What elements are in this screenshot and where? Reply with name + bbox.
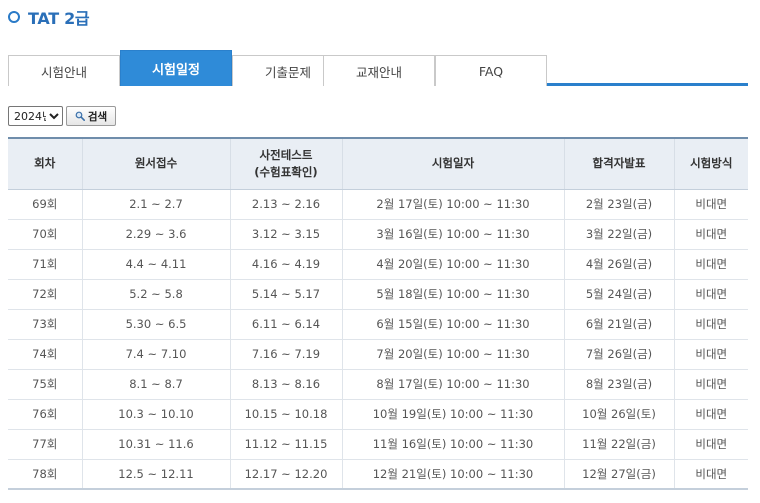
cell-application: 5.30 ~ 6.5	[81, 309, 230, 340]
cell-round: 71회	[8, 249, 82, 280]
header-result: 합격자발표	[563, 138, 674, 190]
cell-application: 10.31 ~ 11.6	[81, 429, 230, 460]
cell-result: 5월 24일(금)	[563, 279, 674, 310]
cell-result: 4월 26일(금)	[563, 249, 674, 280]
cell-method: 비대면	[673, 219, 748, 250]
cell-application: 7.4 ~ 7.10	[81, 339, 230, 370]
table-row: 75회 8.1 ~ 8.7 8.13 ~ 8.16 8월 17일(토) 10:0…	[8, 369, 748, 400]
cell-method: 비대면	[673, 459, 748, 489]
cell-round: 78회	[32, 466, 58, 481]
header-method: 시험방식	[673, 138, 748, 190]
table-row: 69회 2.1 ~ 2.7 2.13 ~ 2.16 2월 17일(토) 10:0…	[8, 189, 748, 220]
cell-pretest: 2.13 ~ 2.16	[229, 189, 342, 220]
cell-application: 2.29 ~ 3.6	[81, 219, 230, 250]
cell-method: 비대면	[673, 249, 748, 280]
cell-result: 10월 26일(토)	[563, 399, 674, 430]
cell-application: 12.5 ~ 12.11	[81, 459, 230, 489]
cell-method: 비대면	[673, 309, 748, 340]
table-header-row: 회차 원서접수 사전테스트 (수험표확인) 시험일자 합격자발표 시험방식	[8, 138, 748, 190]
cell-result: 6월 21일(금)	[563, 309, 674, 340]
cell-pretest: 4.16 ~ 4.19	[229, 249, 342, 280]
cell-round: 74회	[8, 339, 82, 370]
cell-method: 비대면	[673, 429, 748, 460]
table-row: 71회 4.4 ~ 4.11 4.16 ~ 4.19 4월 20일(토) 10:…	[8, 249, 748, 280]
table-row: 76회 10.3 ~ 10.10 10.15 ~ 10.18 10월 19일(토…	[8, 399, 748, 430]
cell-round: 69회	[8, 189, 82, 220]
cell-method: 비대면	[673, 399, 748, 430]
cell-application: 10.3 ~ 10.10	[81, 399, 230, 430]
circle-bullet-icon	[8, 11, 20, 23]
cell-round: 73회	[8, 309, 82, 340]
cell-pretest: 7.16 ~ 7.19	[229, 339, 342, 370]
tab-textbooks[interactable]: 교재안내	[323, 55, 435, 86]
cell-round: 72회	[8, 279, 82, 310]
cell-method: 비대면	[673, 339, 748, 370]
magnifier-icon	[75, 111, 85, 121]
cell-pretest: 10.15 ~ 10.18	[229, 399, 342, 430]
cell-pretest: 6.11 ~ 6.14	[229, 309, 342, 340]
search-button-label: 검색	[87, 110, 108, 123]
table-row: 70회 2.29 ~ 3.6 3.12 ~ 3.15 3월 16일(토) 10:…	[8, 219, 748, 250]
cell-method: 비대면	[673, 279, 748, 310]
page-title: TAT 2급	[28, 9, 90, 28]
cell-round: 75회	[8, 369, 82, 400]
cell-application: 2.1 ~ 2.7	[81, 189, 230, 220]
cell-exam-date: 10월 19일(토) 10:00 ~ 11:30	[341, 399, 564, 430]
cell-result: 2월 23일(금)	[563, 189, 674, 220]
cell-exam-date: 7월 20일(토) 10:00 ~ 11:30	[341, 339, 564, 370]
cell-pretest: 5.14 ~ 5.17	[229, 279, 342, 310]
cell-pretest: 11.12 ~ 11.15	[229, 429, 342, 460]
cell-exam-date: 3월 16일(토) 10:00 ~ 11:30	[341, 219, 564, 250]
header-pretest-title: 사전테스트	[259, 147, 313, 162]
table-row: 77회 10.31 ~ 11.6 11.12 ~ 11.15 11월 16일(토…	[8, 429, 748, 460]
cell-exam-date: 2월 17일(토) 10:00 ~ 11:30	[341, 189, 564, 220]
cell-pretest: 8.13 ~ 8.16	[229, 369, 342, 400]
table-row: 73회 5.30 ~ 6.5 6.11 ~ 6.14 6월 15일(토) 10:…	[8, 309, 748, 340]
cell-result: 8월 23일(금)	[563, 369, 674, 400]
cell-application: 4.4 ~ 4.11	[81, 249, 230, 280]
cell-pretest: 12.17 ~ 12.20	[229, 459, 342, 489]
header-exam-date: 시험일자	[341, 138, 564, 190]
cell-method: 비대면	[673, 369, 748, 400]
table-row: 72회 5.2 ~ 5.8 5.14 ~ 5.17 5월 18일(토) 10:0…	[8, 279, 748, 310]
schedule-table: 회차 원서접수 사전테스트 (수험표확인) 시험일자 합격자발표 시험방식 69…	[8, 137, 748, 490]
tab-exam-schedule[interactable]: 시험일정	[120, 50, 232, 86]
cell-pretest: 3.12 ~ 3.15	[229, 219, 342, 250]
tab-bar: 시험안내 시험일정 기출문제 교재안내 FAQ	[8, 50, 748, 86]
cell-round: 70회	[8, 219, 82, 250]
tab-faq[interactable]: FAQ	[435, 55, 547, 86]
cell-method: 비대면	[673, 189, 748, 220]
table-row: 78회 12.5 ~ 12.11 12.17 ~ 12.20 12월 21일(토…	[8, 459, 748, 489]
search-button[interactable]: 검색	[66, 106, 116, 126]
cell-result: 12월 27일(금)	[563, 459, 674, 489]
cell-application: 8.1 ~ 8.7	[81, 369, 230, 400]
cell-result: 11월 22일(금)	[563, 429, 674, 460]
header-application: 원서접수	[81, 138, 230, 190]
page-heading: TAT 2급	[8, 6, 90, 28]
cell-exam-date: 8월 17일(토) 10:00 ~ 11:30	[341, 369, 564, 400]
cell-round: 76회	[8, 399, 82, 430]
cell-result: 7월 26일(금)	[563, 339, 674, 370]
cell-exam-date: 6월 15일(토) 10:00 ~ 11:30	[341, 309, 564, 340]
cell-exam-date: 5월 18일(토) 10:00 ~ 11:30	[341, 279, 564, 310]
year-select[interactable]: 2024년	[8, 106, 63, 126]
header-round: 회차	[8, 138, 82, 190]
cell-exam-date: 12월 21일(토) 10:00 ~ 11:30	[341, 459, 564, 489]
header-pretest-subtitle: (수험표확인)	[254, 164, 318, 179]
cell-result: 3월 22일(금)	[563, 219, 674, 250]
cell-exam-date: 11월 16일(토) 10:00 ~ 11:30	[341, 429, 564, 460]
header-pretest: 사전테스트 (수험표확인)	[229, 138, 342, 190]
cell-application: 5.2 ~ 5.8	[81, 279, 230, 310]
table-row: 74회 7.4 ~ 7.10 7.16 ~ 7.19 7월 20일(토) 10:…	[8, 339, 748, 370]
cell-round: 77회	[8, 429, 82, 460]
tab-exam-info[interactable]: 시험안내	[8, 55, 120, 86]
cell-exam-date: 4월 20일(토) 10:00 ~ 11:30	[341, 249, 564, 280]
filter-bar: 2024년 검색	[8, 106, 116, 126]
